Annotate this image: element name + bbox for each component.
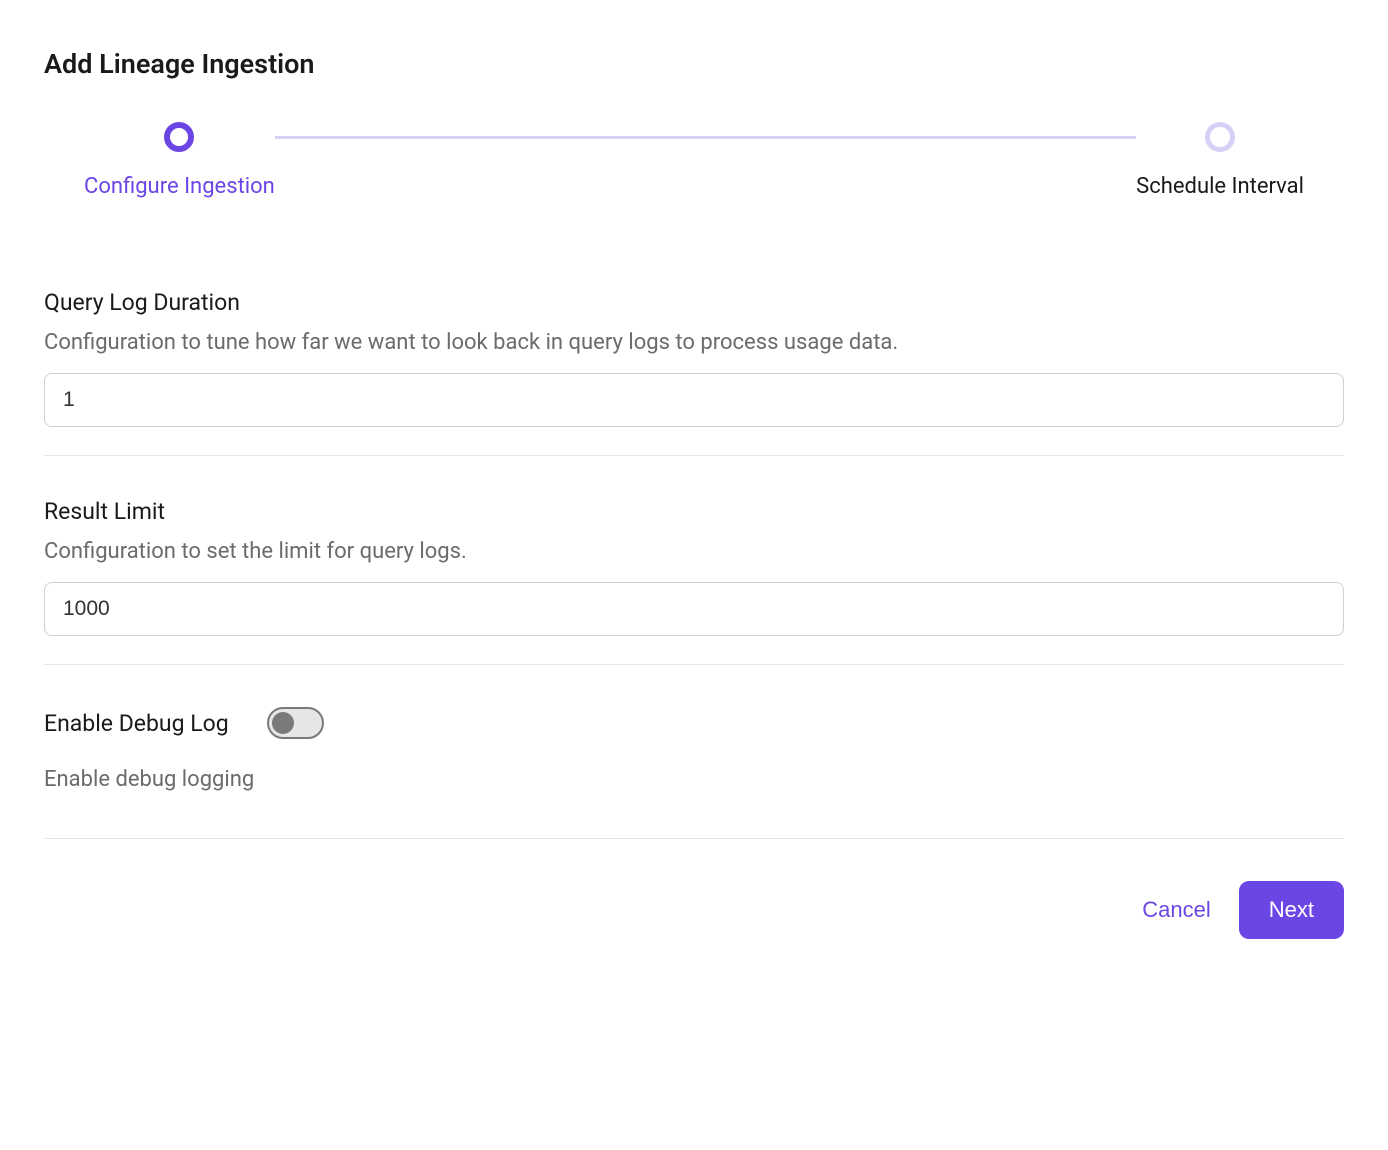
step-configure-ingestion[interactable]: Configure Ingestion bbox=[84, 122, 275, 199]
form-section-query-log-duration: Query Log Duration Configuration to tune… bbox=[44, 289, 1344, 456]
form-section-enable-debug-log: Enable Debug Log Enable debug logging bbox=[44, 707, 1344, 839]
toggle-slider-icon bbox=[267, 707, 324, 739]
field-description: Configuration to tune how far we want to… bbox=[44, 330, 1344, 355]
step-circle-active-icon bbox=[164, 122, 194, 152]
field-description: Configuration to set the limit for query… bbox=[44, 539, 1344, 564]
field-description: Enable debug logging bbox=[44, 767, 1344, 792]
result-limit-input[interactable] bbox=[44, 582, 1344, 636]
query-log-duration-input[interactable] bbox=[44, 373, 1344, 427]
page-title: Add Lineage Ingestion bbox=[44, 48, 1344, 80]
toggle-label: Enable Debug Log bbox=[44, 710, 229, 737]
step-label: Schedule Interval bbox=[1136, 174, 1304, 199]
step-label: Configure Ingestion bbox=[84, 174, 275, 199]
cancel-button[interactable]: Cancel bbox=[1142, 897, 1210, 923]
form-section-result-limit: Result Limit Configuration to set the li… bbox=[44, 498, 1344, 665]
step-schedule-interval[interactable]: Schedule Interval bbox=[1136, 122, 1304, 199]
field-label: Query Log Duration bbox=[44, 289, 1344, 316]
stepper: Configure Ingestion Schedule Interval bbox=[44, 122, 1344, 199]
field-label: Result Limit bbox=[44, 498, 1344, 525]
button-row: Cancel Next bbox=[44, 881, 1344, 939]
step-connector-line bbox=[275, 136, 1136, 139]
enable-debug-log-toggle[interactable] bbox=[267, 707, 324, 739]
next-button[interactable]: Next bbox=[1239, 881, 1344, 939]
step-circle-inactive-icon bbox=[1205, 122, 1235, 152]
